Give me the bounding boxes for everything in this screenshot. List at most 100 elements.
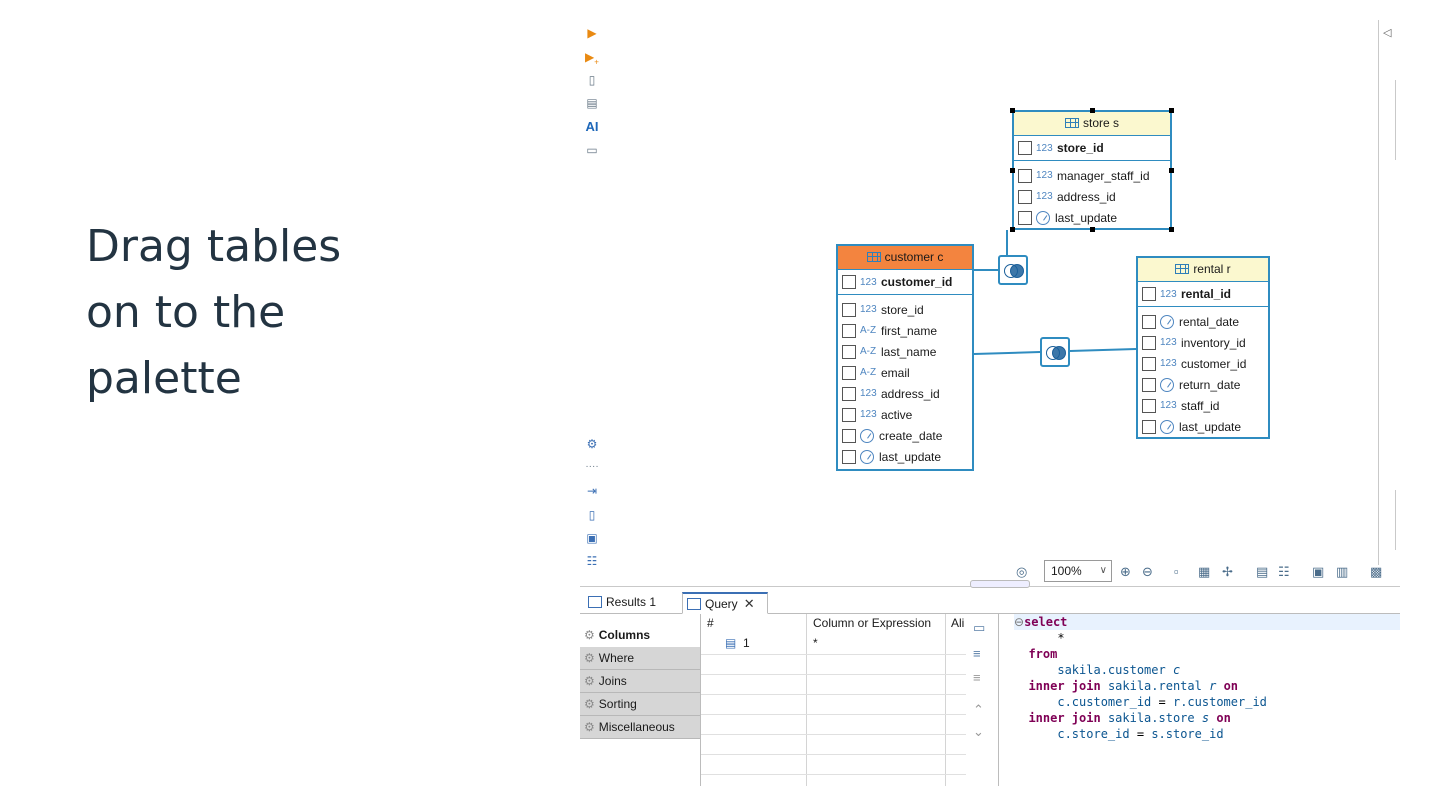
field-checkbox[interactable]	[1142, 314, 1156, 329]
grid-cell-expression[interactable]: *	[813, 636, 818, 650]
field-row[interactable]: 123 inventory_id	[1138, 332, 1268, 353]
execute-new-tab-icon[interactable]: ▶+	[584, 49, 600, 66]
panel-splitter[interactable]	[970, 580, 1030, 588]
ai-assistant-icon[interactable]: AI	[584, 119, 600, 135]
scroll-indicator[interactable]	[1395, 80, 1401, 160]
field-checkbox[interactable]	[1142, 287, 1156, 301]
field-row[interactable]: 123 address_id	[838, 383, 972, 404]
field-checkbox[interactable]	[1018, 189, 1032, 204]
print-icon[interactable]: ▣	[1312, 564, 1324, 580]
settings-gear-icon[interactable]: ⚙	[584, 436, 600, 452]
field-checkbox[interactable]	[842, 323, 856, 338]
sql-editor[interactable]: ⊖select * from sakila.customer c inner j…	[1014, 614, 1400, 786]
field-row[interactable]: last_update	[1014, 207, 1170, 228]
collapse-arrow-icon[interactable]: ◁	[1383, 26, 1391, 39]
entity-pk-row[interactable]: 123 rental_id	[1138, 282, 1268, 307]
field-row[interactable]: 123 manager_staff_id	[1014, 165, 1170, 186]
entity-rental[interactable]: rental r 123 rental_id rental_date 123 inv…	[1136, 256, 1270, 439]
field-checkbox[interactable]	[842, 365, 856, 380]
zoom-select[interactable]: 100% ∨	[1044, 560, 1112, 582]
section-where[interactable]: ⚙ Where	[580, 647, 700, 670]
resize-handle[interactable]	[1169, 108, 1174, 113]
section-columns[interactable]: ⚙ Columns	[580, 624, 700, 647]
columns-grid[interactable]: # Column or Expression Ali ▤ 1 *	[700, 614, 966, 786]
resize-handle[interactable]	[1090, 108, 1095, 113]
move-up-icon[interactable]: ⌃	[973, 702, 984, 718]
resize-handle[interactable]	[1169, 168, 1174, 173]
tab-query[interactable]: Query ✕	[682, 592, 768, 614]
tab-results[interactable]: Results 1	[584, 592, 680, 614]
field-row[interactable]: create_date	[838, 425, 972, 446]
problems-icon[interactable]: ▯	[584, 507, 600, 523]
field-row[interactable]: 123 store_id	[838, 299, 972, 320]
field-row[interactable]: 123 active	[838, 404, 972, 425]
settings-icon[interactable]: ▩	[1370, 564, 1382, 580]
field-row[interactable]: 123 address_id	[1014, 186, 1170, 207]
close-icon[interactable]: ✕	[744, 596, 755, 611]
field-row[interactable]: rental_date	[1138, 311, 1268, 332]
field-checkbox[interactable]	[1142, 356, 1156, 371]
move-icon[interactable]: ✢	[1222, 564, 1233, 580]
field-row[interactable]: last_update	[838, 446, 972, 467]
field-checkbox[interactable]	[842, 407, 856, 422]
field-row[interactable]: 123 staff_id	[1138, 395, 1268, 416]
field-row[interactable]: A-Z first_name	[838, 320, 972, 341]
field-checkbox[interactable]	[1142, 335, 1156, 350]
field-checkbox[interactable]	[1018, 210, 1032, 225]
entity-header[interactable]: store s	[1014, 112, 1170, 136]
remove-row-icon[interactable]: ≡	[973, 670, 981, 685]
join-node-icon[interactable]	[1040, 337, 1070, 367]
scroll-indicator[interactable]	[1395, 490, 1401, 550]
field-checkbox[interactable]	[842, 302, 856, 317]
grid-cell-num[interactable]: 1	[743, 636, 750, 650]
field-row[interactable]: A-Z last_name	[838, 341, 972, 362]
resize-handle[interactable]	[1010, 108, 1015, 113]
field-row[interactable]: return_date	[1138, 374, 1268, 395]
resize-handle[interactable]	[1169, 227, 1174, 232]
entity-customer[interactable]: customer c 123 customer_id 123 store_id A-…	[836, 244, 974, 471]
field-row[interactable]: 123 customer_id	[1138, 353, 1268, 374]
section-sorting[interactable]: ⚙ Sorting	[580, 693, 700, 716]
entity-pk-row[interactable]: 123 customer_id	[838, 270, 972, 295]
hide-eye-icon[interactable]: ◎	[1016, 564, 1027, 580]
field-checkbox[interactable]	[1142, 419, 1156, 434]
field-row[interactable]: A-Z email	[838, 362, 972, 383]
field-checkbox[interactable]	[842, 275, 856, 289]
zoom-out-icon[interactable]: ⊖	[1142, 564, 1153, 580]
section-joins[interactable]: ⚙ Joins	[580, 670, 700, 693]
export-icon[interactable]: ⇥	[584, 483, 600, 499]
field-checkbox[interactable]	[842, 386, 856, 401]
field-checkbox[interactable]	[1018, 168, 1032, 183]
entity-store[interactable]: store s 123 store_id 123 manager_staff_id …	[1010, 108, 1174, 232]
field-row[interactable]: last_update	[1138, 416, 1268, 437]
comment-icon[interactable]: ▭	[973, 620, 985, 636]
save-image-icon[interactable]: ▥	[1336, 564, 1348, 580]
join-node-icon[interactable]	[998, 255, 1028, 285]
notes-icon[interactable]: ▤	[1256, 564, 1268, 580]
console-icon[interactable]: ▭	[584, 142, 600, 158]
resize-handle[interactable]	[1090, 227, 1095, 232]
script-icon[interactable]: ▤	[584, 95, 600, 111]
execute-icon[interactable]: ▶	[584, 25, 600, 41]
grid-icon[interactable]: ▦	[1198, 564, 1210, 580]
diagram-canvas[interactable]: store s 123 store_id 123 manager_staff_id …	[604, 20, 1378, 565]
layout-icon[interactable]: ▫	[1174, 564, 1179, 579]
field-checkbox[interactable]	[1018, 141, 1032, 155]
field-checkbox[interactable]	[842, 449, 856, 464]
entity-header[interactable]: rental r	[1138, 258, 1268, 282]
resize-handle[interactable]	[1010, 168, 1015, 173]
move-down-icon[interactable]: ⌄	[973, 724, 984, 740]
section-miscellaneous[interactable]: ⚙ Miscellaneous	[580, 716, 700, 739]
explain-plan-icon[interactable]: ▯	[584, 72, 600, 88]
zoom-in-icon[interactable]: ⊕	[1120, 564, 1131, 580]
field-checkbox[interactable]	[1142, 398, 1156, 413]
fold-icon[interactable]: ⊖	[1014, 615, 1024, 629]
variables-icon[interactable]: ▣	[584, 530, 600, 546]
field-checkbox[interactable]	[1142, 377, 1156, 392]
resize-handle[interactable]	[1010, 227, 1015, 232]
add-row-icon[interactable]: ≡	[973, 646, 981, 661]
field-checkbox[interactable]	[842, 428, 856, 443]
entity-header[interactable]: customer c	[838, 246, 972, 270]
attributes-icon[interactable]: ☷	[1278, 564, 1290, 580]
entity-pk-row[interactable]: 123 store_id	[1014, 136, 1170, 161]
